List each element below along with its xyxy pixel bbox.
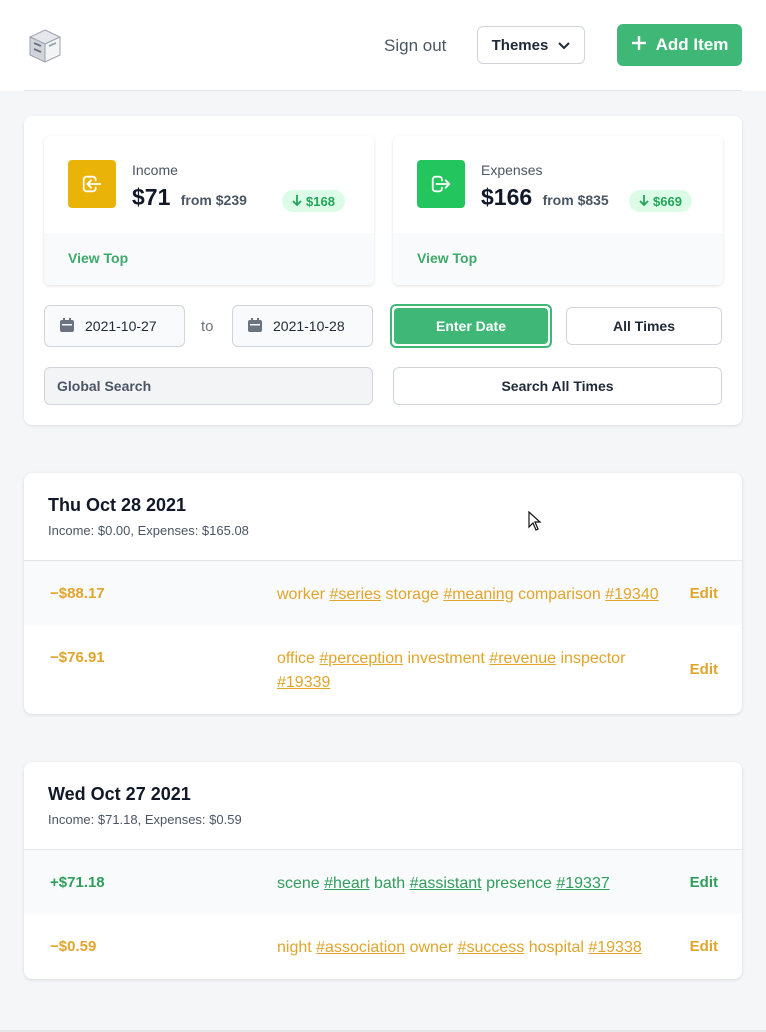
sign-in-icon (68, 160, 116, 208)
calendar-icon (59, 317, 75, 336)
day-header: Thu Oct 28 2021 Income: $0.00, Expenses:… (24, 473, 742, 561)
transaction-amount: +$71.18 (50, 874, 105, 891)
add-item-button[interactable]: Add Item (617, 24, 742, 66)
day-title: Wed Oct 27 2021 (48, 784, 191, 804)
expenses-label: Expenses (481, 162, 543, 178)
all-times-button[interactable]: All Times (566, 307, 722, 345)
search-all-times-button[interactable]: Search All Times (393, 367, 722, 405)
day-card: Thu Oct 28 2021 Income: $0.00, Expenses:… (24, 473, 742, 714)
day-header: Wed Oct 27 2021 Income: $71.18, Expenses… (24, 762, 742, 850)
income-amount: $71 (132, 184, 171, 210)
transaction-amount: −$0.59 (50, 938, 97, 955)
tag-link[interactable]: #success (458, 939, 525, 956)
arrow-down-icon (292, 194, 302, 209)
income-label: Income (132, 162, 178, 178)
mouse-cursor-icon (528, 510, 542, 537)
end-date-input[interactable]: 2021-10-28 (232, 305, 373, 347)
transaction-row: +$71.18 scene #heart bath #assistant pre… (24, 850, 742, 914)
transaction-description: office #perception investment #revenue i… (277, 650, 626, 691)
expenses-change: $669 (653, 193, 682, 209)
tag-link[interactable]: #19337 (556, 875, 609, 892)
header-divider (24, 90, 742, 91)
tag-link[interactable]: #revenue (489, 650, 556, 667)
edit-button[interactable]: Edit (690, 585, 718, 602)
day-card: Wed Oct 27 2021 Income: $71.18, Expenses… (24, 762, 742, 979)
enter-date-button[interactable]: Enter Date (390, 304, 552, 348)
transaction-description: scene #heart bath #assistant presence #1… (277, 875, 610, 892)
income-change: $168 (306, 193, 335, 209)
chevron-down-icon (558, 37, 571, 54)
tag-link[interactable]: #assistant (410, 875, 482, 892)
income-from: from $239 (180, 192, 247, 208)
top-bar: Sign out Themes Add Item (0, 0, 766, 91)
expenses-card: Expenses $166 from $835 $669 View Top (393, 136, 723, 285)
income-card: Income $71 from $239 $168 View Top (44, 136, 374, 285)
day-summary: Income: $71.18, Expenses: $0.59 (48, 812, 242, 827)
expenses-card-footer: View Top (393, 233, 723, 285)
transaction-row: −$76.91 office #perception investment #r… (24, 625, 742, 713)
themes-dropdown[interactable]: Themes (477, 26, 585, 64)
tag-link[interactable]: #association (316, 939, 405, 956)
income-value: $71 from $239 (132, 184, 247, 211)
enter-date-label: Enter Date (394, 308, 548, 344)
plus-icon (631, 35, 647, 56)
transaction-row: −$88.17 worker #series storage #meaning … (24, 561, 742, 625)
day-title: Thu Oct 28 2021 (48, 495, 187, 515)
calendar-icon (247, 317, 263, 336)
sign-out-link[interactable]: Sign out (384, 36, 446, 56)
end-date-value: 2021-10-28 (273, 318, 345, 334)
transaction-description: night #association owner #success hospit… (277, 939, 642, 956)
start-date-input[interactable]: 2021-10-27 (44, 305, 185, 347)
tag-link[interactable]: #19340 (605, 586, 658, 603)
edit-button[interactable]: Edit (690, 661, 718, 678)
start-date-value: 2021-10-27 (85, 318, 157, 334)
transaction-row: −$0.59 night #association owner #success… (24, 914, 742, 978)
income-card-footer: View Top (44, 233, 374, 285)
tag-link[interactable]: #meaning (443, 586, 513, 603)
themes-label: Themes (491, 36, 549, 54)
edit-button[interactable]: Edit (690, 874, 718, 891)
transaction-amount: −$88.17 (50, 585, 105, 602)
tag-link[interactable]: #series (329, 586, 381, 603)
tag-link[interactable]: #19339 (277, 674, 330, 691)
add-item-label: Add Item (655, 35, 729, 54)
expenses-value: $166 from $835 (481, 184, 609, 211)
expenses-change-badge: $669 (629, 190, 692, 212)
tag-link[interactable]: #19338 (588, 939, 641, 956)
transaction-amount: −$76.91 (50, 649, 105, 666)
app-logo[interactable] (26, 28, 64, 64)
sign-out-icon (417, 160, 465, 208)
tag-link[interactable]: #perception (319, 650, 403, 667)
expenses-amount: $166 (481, 184, 533, 210)
global-search-input[interactable]: Global Search (44, 367, 373, 405)
summary-panel: Income $71 from $239 $168 View Top Expen… (24, 116, 742, 425)
income-view-top-link[interactable]: View Top (68, 250, 128, 266)
expenses-from: from $835 (542, 192, 609, 208)
expenses-view-top-link[interactable]: View Top (417, 250, 477, 266)
tag-link[interactable]: #heart (324, 875, 369, 892)
arrow-down-icon (639, 194, 649, 209)
income-change-badge: $168 (282, 190, 345, 212)
to-label: to (201, 318, 214, 335)
transaction-description: worker #series storage #meaning comparis… (277, 586, 659, 603)
edit-button[interactable]: Edit (690, 938, 718, 955)
day-summary: Income: $0.00, Expenses: $165.08 (48, 523, 249, 538)
